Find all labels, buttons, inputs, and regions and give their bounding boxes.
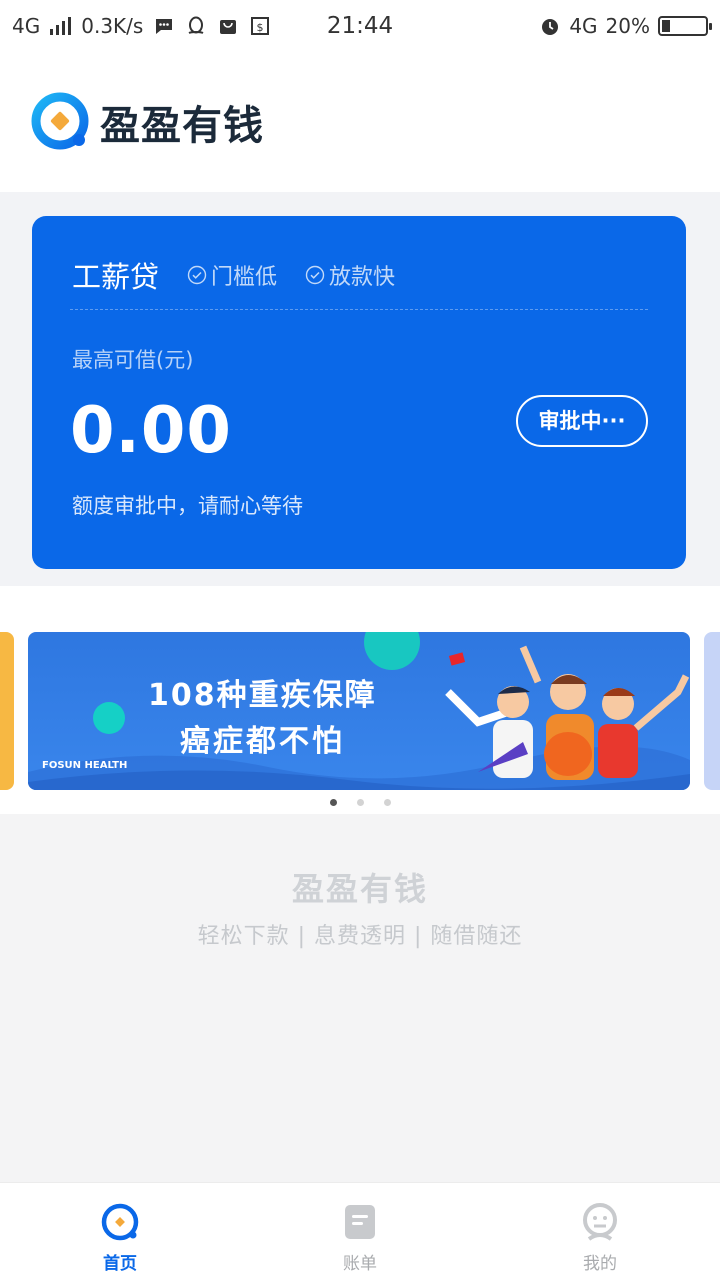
bill-icon xyxy=(345,1205,375,1239)
approval-status-button[interactable]: 审批中··· xyxy=(516,395,648,447)
carousel-dot[interactable] xyxy=(329,799,337,806)
tab-label: 我的 xyxy=(583,1254,617,1274)
loan-amount: 0.00 xyxy=(70,394,232,468)
status-right: 4G 20% xyxy=(539,14,712,38)
alarm-icon xyxy=(542,19,559,35)
home-icon xyxy=(101,1203,139,1241)
banner-subheadline: 癌症都不怕 xyxy=(180,724,345,759)
banner-slide[interactable]: 108种重疾保障 癌症都不怕 FOSUN HEALTH xyxy=(28,632,690,790)
status-bar: 4G 0.3K/s $ 21:44 4G 20% xyxy=(0,0,720,52)
battery-fill xyxy=(662,20,670,32)
signal-icon xyxy=(50,17,72,35)
limit-label: 最高可借(元) xyxy=(72,348,194,372)
banner-brand-logo: FOSUN HEALTH xyxy=(42,760,128,771)
shopping-bag-icon xyxy=(220,20,237,34)
status-left: 4G 0.3K/s $ xyxy=(12,14,271,38)
banner-prev-slide[interactable] xyxy=(0,632,14,790)
app-name: 盈盈有钱 xyxy=(100,103,264,149)
carousel-dot[interactable] xyxy=(383,799,391,806)
tab-label: 账单 xyxy=(343,1254,377,1274)
approval-hint: 额度审批中，请耐心等待 xyxy=(72,494,303,518)
banner-headline: 108种重疾保障 xyxy=(148,678,377,713)
loan-tag-label: 放款快 xyxy=(329,265,396,290)
battery-percent: 20% xyxy=(605,14,650,38)
carousel-indicator xyxy=(0,799,720,806)
loan-tag: 放款快 xyxy=(305,259,395,291)
loan-tag: 门槛低 xyxy=(187,259,277,291)
app-logo-icon xyxy=(31,92,89,150)
message-icon xyxy=(156,19,173,34)
loan-product-name: 工薪贷 xyxy=(72,260,160,294)
profile-icon xyxy=(583,1203,617,1241)
banner-carousel: 108种重疾保障 癌症都不怕 FOSUN HEALTH xyxy=(0,586,720,814)
battery-icon xyxy=(658,16,712,36)
brand-slogan: 轻松下款 | 息费透明 | 随借随还 xyxy=(197,924,523,949)
carousel-dot[interactable] xyxy=(356,799,364,806)
divider xyxy=(70,309,648,310)
network-speed: 0.3K/s xyxy=(81,14,144,38)
banner-next-slide[interactable] xyxy=(704,632,720,790)
loan-card-area: 工薪贷 门槛低 放款快 最高可借(元) 0.00 审批中··· 额度审批中，请耐… xyxy=(0,192,720,586)
check-circle-icon xyxy=(187,265,207,285)
loan-card[interactable]: 工薪贷 门槛低 放款快 最高可借(元) 0.00 审批中··· 额度审批中，请耐… xyxy=(32,216,686,569)
brand-section: 盈盈有钱 轻松下款 | 息费透明 | 随借随还 xyxy=(0,814,720,1182)
qq-icon xyxy=(188,16,204,34)
network-label: 4G xyxy=(12,14,41,38)
loan-tag-label: 门槛低 xyxy=(211,265,278,290)
tab-profile[interactable]: 我的 xyxy=(480,1183,720,1280)
svg-text:$: $ xyxy=(257,21,264,34)
payment-icon: $ xyxy=(251,17,270,35)
app-header: 盈盈有钱 xyxy=(0,52,720,192)
network-label-right: 4G xyxy=(569,14,598,38)
bottom-tab-bar: 首页 账单 我的 xyxy=(0,1182,720,1280)
check-circle-icon xyxy=(305,265,325,285)
loan-title-row: 工薪贷 门槛低 放款快 xyxy=(72,254,648,296)
tab-label: 首页 xyxy=(103,1254,137,1274)
brand-name: 盈盈有钱 xyxy=(291,870,428,908)
tab-bill[interactable]: 账单 xyxy=(240,1183,480,1280)
tab-home[interactable]: 首页 xyxy=(0,1183,240,1280)
